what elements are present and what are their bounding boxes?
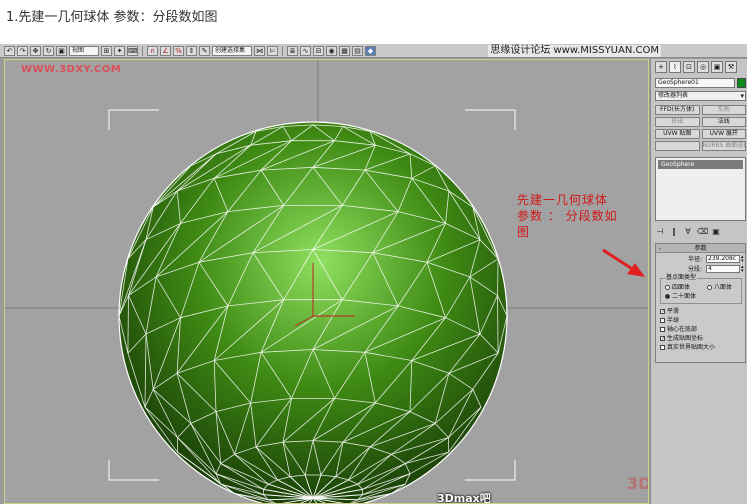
checkbox-map-coords[interactable]: ✓ 生成贴图坐标	[660, 335, 703, 343]
checkbox-base-pivot[interactable]: 轴心在底部	[660, 326, 697, 334]
keyboard-icon[interactable]: ⌨	[127, 45, 138, 56]
radius-row: 半径: 239.208c ▴ ▾	[660, 255, 746, 264]
max-screenshot: ↶ ↷ ✥ ↻ ▣ 视图 ⊞ ✦ ⌨ ∩ ∠ % ⇕ ✎ 创建选择集 ⋈ ⊨ ≣…	[0, 44, 747, 504]
selection-filter-select[interactable]: 视图	[69, 45, 99, 56]
remove-modifier-icon[interactable]: ⌫	[697, 227, 708, 236]
redo-icon[interactable]: ↷	[17, 45, 28, 56]
radio-octahedron[interactable]: 八面体	[707, 284, 732, 292]
create-tab-icon[interactable]: +	[655, 61, 667, 73]
annotation-arrow-head	[627, 263, 645, 277]
named-selection-select[interactable]: 创建选择集	[212, 45, 252, 56]
bracket-bottom-left	[108, 460, 159, 481]
object-color-swatch[interactable]	[737, 78, 746, 88]
modifier-button-grid: FFD(长方体) 车削 挤出 法线 UVW 贴图 UVW 展开 NURBS 曲面选择	[655, 105, 746, 151]
configure-sets-icon[interactable]: ▣	[711, 227, 721, 236]
viewport-canvas[interactable]	[5, 60, 649, 504]
radio-icosahedron[interactable]: 二十面体	[665, 293, 696, 301]
render-frame-icon[interactable]: ▤	[352, 45, 363, 56]
modifier-list-dropdown[interactable]: 修改器列表	[655, 91, 746, 101]
radius-spinner[interactable]: ▴ ▾	[741, 255, 746, 264]
segments-spinner[interactable]: ▴ ▾	[741, 265, 746, 274]
bracket-top-left	[108, 109, 159, 130]
corner-logo: 3D学院	[627, 474, 649, 493]
align-icon[interactable]: ⊨	[267, 45, 278, 56]
render-setup-icon[interactable]: ▦	[339, 45, 350, 56]
collapse-icon: -	[659, 245, 662, 252]
render-icon[interactable]: ◆	[365, 45, 376, 56]
annotation-line: 先建一几何球体	[517, 193, 609, 207]
base-type-label: 基点面类型	[665, 274, 698, 282]
select-manip-icon[interactable]: ✦	[114, 45, 125, 56]
move-icon[interactable]: ✥	[30, 45, 41, 56]
object-name-field[interactable]: GeoSphere01	[655, 78, 735, 88]
annotation-line: 参数 ： 分段数如	[517, 209, 618, 223]
modifier-button[interactable]: UVW 展开	[701, 129, 746, 139]
perspective-viewport[interactable]: WWW.3DXY.COM 先建一几何球体 参数 ： 分段数如 图 3Dmax吧 …	[4, 59, 649, 504]
radio-tetrahedron[interactable]: 四面体	[665, 284, 690, 292]
angle-snap-icon[interactable]: ∠	[160, 45, 171, 56]
checkbox-real-world-map[interactable]: 真实世界贴图大小	[660, 344, 715, 352]
modify-tab-icon[interactable]: ⌇	[669, 61, 681, 73]
modifier-button[interactable]: 车削	[701, 105, 746, 115]
parameters-rollout: - 参数 半径: 239.208c ▴ ▾ 分段: 4 ▴ ▾ 基点面类型 四面体 …	[655, 243, 746, 363]
modifier-button[interactable]: NURBS 曲面选择	[701, 141, 746, 151]
schematic-icon[interactable]: ⊟	[313, 45, 324, 56]
command-panel: + ⌇ ⊡ ◎ ▣ ⚒ GeoSphere01 修改器列表 FFD(长方体)车削…	[650, 59, 747, 504]
hierarchy-tab-icon[interactable]: ⊡	[683, 61, 695, 73]
stack-tools: ⊣ ‖ ∀ ⌫ ▣	[655, 225, 746, 237]
modifier-button[interactable]: FFD(长方体)	[655, 105, 700, 115]
percent-snap-icon[interactable]: %	[173, 45, 184, 56]
utilities-tab-icon[interactable]: ⚒	[725, 61, 737, 73]
segments-input[interactable]: 4	[706, 265, 740, 273]
checkbox-hemisphere[interactable]: 半球	[660, 317, 679, 325]
article-heading: 1.先建一几何球体 参数：分段数如图	[6, 10, 218, 25]
stack-item-geosphere[interactable]: GeoSphere	[658, 160, 743, 169]
segments-label: 分段:	[687, 266, 702, 273]
pivot-icon[interactable]: ⊞	[101, 45, 112, 56]
spinner-snap-icon[interactable]: ⇕	[186, 45, 197, 56]
modifier-button[interactable]	[655, 141, 700, 151]
curve-editor-icon[interactable]: ∿	[300, 45, 311, 56]
layer-icon[interactable]: ≣	[287, 45, 298, 56]
bottom-caption: 3Dmax吧 【www.linecg.com/tieba/1771】	[437, 492, 491, 504]
rollout-title[interactable]: - 参数	[656, 244, 745, 253]
checkbox-smooth[interactable]: ✓ 平滑	[660, 308, 679, 316]
modifier-stack: GeoSphere	[655, 157, 746, 221]
site-credit: 思缘设计论坛 www.MISSYUAN.COM	[488, 45, 661, 57]
segments-row: 分段: 4 ▴ ▾	[660, 265, 746, 274]
annotation-line: 图	[517, 225, 531, 239]
make-unique-icon[interactable]: ∀	[683, 227, 693, 236]
scale-icon[interactable]: ▣	[56, 45, 67, 56]
watermark: WWW.3DXY.COM	[21, 64, 122, 75]
material-editor-icon[interactable]: ◉	[326, 45, 337, 56]
bracket-top-right	[465, 109, 516, 130]
base-type-group: 基点面类型 四面体 八面体 二十面体	[660, 274, 742, 304]
annotation-text: 先建一几何球体 参数 ： 分段数如 图	[517, 192, 647, 240]
undo-icon[interactable]: ↶	[4, 45, 15, 56]
mirror-icon[interactable]: ⋈	[254, 45, 265, 56]
modifier-button[interactable]: 挤出	[655, 117, 700, 127]
modifier-button[interactable]: 法线	[701, 117, 746, 127]
snap-icon[interactable]: ∩	[147, 45, 158, 56]
radius-label: 半径:	[687, 256, 702, 263]
show-end-result-icon[interactable]: ‖	[669, 227, 679, 236]
panel-tabs: + ⌇ ⊡ ◎ ▣ ⚒	[655, 61, 737, 73]
motion-tab-icon[interactable]: ◎	[697, 61, 709, 73]
rollout-title-text: 参数	[694, 245, 707, 252]
modifier-button[interactable]: UVW 贴图	[655, 129, 700, 139]
edit-named-sets-icon[interactable]: ✎	[199, 45, 210, 56]
radius-input[interactable]: 239.208c	[706, 255, 740, 263]
bracket-bottom-right	[465, 460, 516, 481]
rotate-icon[interactable]: ↻	[43, 45, 54, 56]
pin-stack-icon[interactable]: ⊣	[655, 227, 665, 236]
display-tab-icon[interactable]: ▣	[711, 61, 723, 73]
